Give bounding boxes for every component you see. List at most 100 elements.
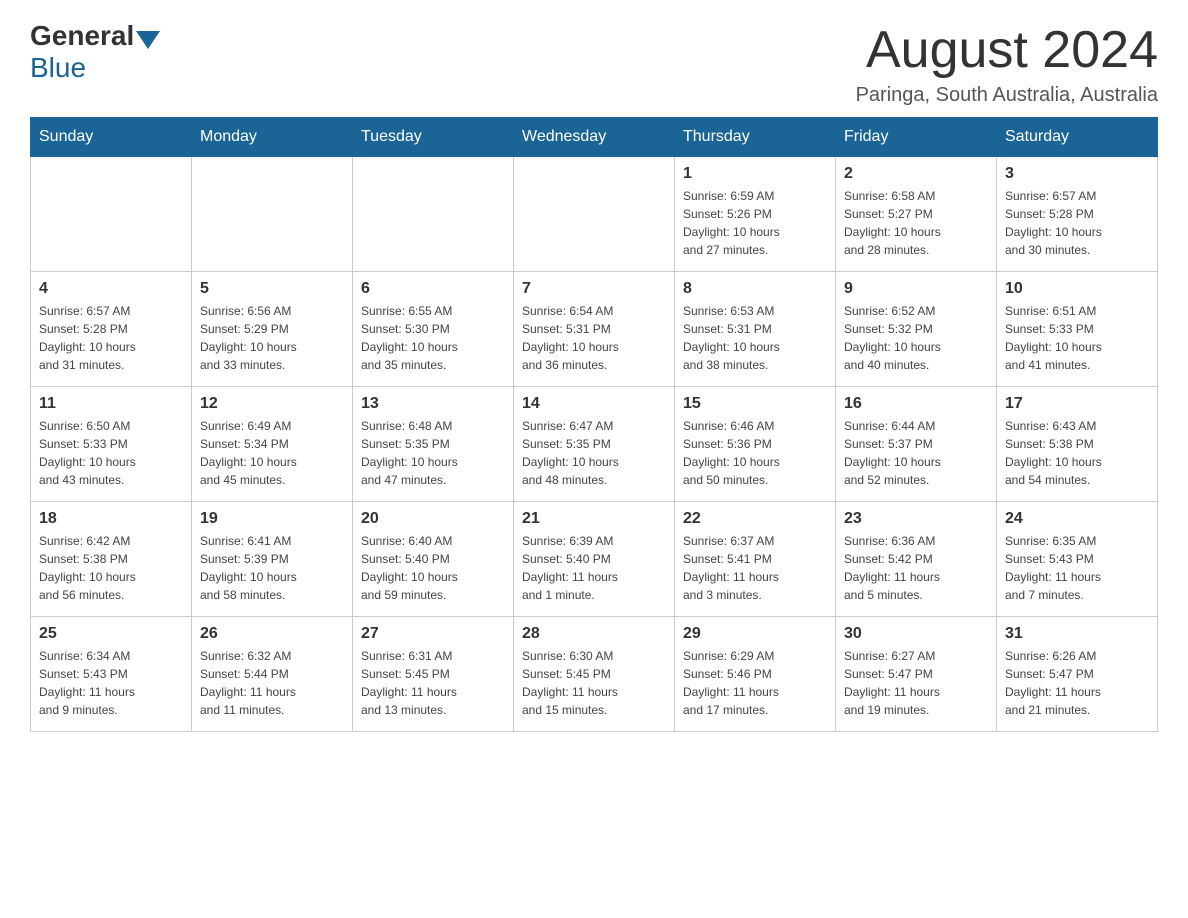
calendar-cell <box>353 157 514 272</box>
day-info: Sunrise: 6:51 AM Sunset: 5:33 PM Dayligh… <box>1005 302 1149 374</box>
day-info: Sunrise: 6:32 AM Sunset: 5:44 PM Dayligh… <box>200 647 344 719</box>
day-info: Sunrise: 6:58 AM Sunset: 5:27 PM Dayligh… <box>844 187 988 259</box>
day-info: Sunrise: 6:35 AM Sunset: 5:43 PM Dayligh… <box>1005 532 1149 604</box>
logo-arrow-icon <box>136 31 160 49</box>
day-number: 23 <box>844 510 988 528</box>
day-number: 2 <box>844 165 988 183</box>
calendar-cell: 31 Sunrise: 6:26 AM Sunset: 5:47 PM Dayli… <box>997 617 1158 732</box>
calendar-cell: 11 Sunrise: 6:50 AM Sunset: 5:33 PM Dayli… <box>31 387 192 502</box>
day-number: 18 <box>39 510 183 528</box>
calendar-week-4: 18 Sunrise: 6:42 AM Sunset: 5:38 PM Dayli… <box>31 502 1158 617</box>
calendar-cell: 24 Sunrise: 6:35 AM Sunset: 5:43 PM Dayli… <box>997 502 1158 617</box>
day-number: 29 <box>683 625 827 643</box>
day-number: 28 <box>522 625 666 643</box>
day-number: 31 <box>1005 625 1149 643</box>
calendar-cell <box>192 157 353 272</box>
day-info: Sunrise: 6:49 AM Sunset: 5:34 PM Dayligh… <box>200 417 344 489</box>
day-number: 25 <box>39 625 183 643</box>
calendar-cell: 13Sunrise: 6:48 AM Sunset: 5:35 PM Dayli… <box>353 387 514 502</box>
calendar-cell: 2 Sunrise: 6:58 AM Sunset: 5:27 PM Daylig… <box>836 157 997 272</box>
day-info: Sunrise: 6:40 AM Sunset: 5:40 PM Dayligh… <box>361 532 505 604</box>
day-header-wednesday: Wednesday <box>514 118 675 157</box>
day-header-monday: Monday <box>192 118 353 157</box>
logo: General Blue <box>30 20 162 84</box>
day-number: 15 <box>683 395 827 413</box>
calendar-cell: 19 Sunrise: 6:41 AM Sunset: 5:39 PM Dayli… <box>192 502 353 617</box>
calendar-cell: 10 Sunrise: 6:51 AM Sunset: 5:33 PM Dayli… <box>997 272 1158 387</box>
day-number: 30 <box>844 625 988 643</box>
calendar-cell <box>31 157 192 272</box>
calendar-cell: 17 Sunrise: 6:43 AM Sunset: 5:38 PM Dayli… <box>997 387 1158 502</box>
calendar-cell: 27Sunrise: 6:31 AM Sunset: 5:45 PM Dayli… <box>353 617 514 732</box>
day-number: 10 <box>1005 280 1149 298</box>
day-number: 7 <box>522 280 666 298</box>
calendar-cell: 22 Sunrise: 6:37 AM Sunset: 5:41 PM Dayli… <box>675 502 836 617</box>
title-area: August 2024 Paringa, South Australia, Au… <box>856 20 1158 107</box>
day-info: Sunrise: 6:48 AM Sunset: 5:35 PM Dayligh… <box>361 417 505 489</box>
calendar-week-2: 4 Sunrise: 6:57 AM Sunset: 5:28 PM Daylig… <box>31 272 1158 387</box>
day-number: 17 <box>1005 395 1149 413</box>
month-title: August 2024 <box>856 20 1158 80</box>
calendar-cell: 23 Sunrise: 6:36 AM Sunset: 5:42 PM Dayli… <box>836 502 997 617</box>
day-info: Sunrise: 6:47 AM Sunset: 5:35 PM Dayligh… <box>522 417 666 489</box>
calendar-table: SundayMondayTuesdayWednesdayThursdayFrid… <box>30 117 1158 732</box>
calendar-cell: 6Sunrise: 6:55 AM Sunset: 5:30 PM Daylig… <box>353 272 514 387</box>
day-info: Sunrise: 6:26 AM Sunset: 5:47 PM Dayligh… <box>1005 647 1149 719</box>
calendar-cell: 1 Sunrise: 6:59 AM Sunset: 5:26 PM Daylig… <box>675 157 836 272</box>
calendar-cell: 29 Sunrise: 6:29 AM Sunset: 5:46 PM Dayli… <box>675 617 836 732</box>
day-number: 27 <box>361 625 505 643</box>
day-info: Sunrise: 6:54 AM Sunset: 5:31 PM Dayligh… <box>522 302 666 374</box>
day-number: 24 <box>1005 510 1149 528</box>
calendar-cell: 15 Sunrise: 6:46 AM Sunset: 5:36 PM Dayli… <box>675 387 836 502</box>
location-text: Paringa, South Australia, Australia <box>856 84 1158 107</box>
day-number: 22 <box>683 510 827 528</box>
day-info: Sunrise: 6:39 AM Sunset: 5:40 PM Dayligh… <box>522 532 666 604</box>
day-info: Sunrise: 6:43 AM Sunset: 5:38 PM Dayligh… <box>1005 417 1149 489</box>
day-number: 26 <box>200 625 344 643</box>
day-info: Sunrise: 6:57 AM Sunset: 5:28 PM Dayligh… <box>39 302 183 374</box>
day-info: Sunrise: 6:29 AM Sunset: 5:46 PM Dayligh… <box>683 647 827 719</box>
day-number: 14 <box>522 395 666 413</box>
day-header-saturday: Saturday <box>997 118 1158 157</box>
calendar-cell: 5Sunrise: 6:56 AM Sunset: 5:29 PM Daylig… <box>192 272 353 387</box>
calendar-cell: 14 Sunrise: 6:47 AM Sunset: 5:35 PM Dayli… <box>514 387 675 502</box>
logo-general-text: General <box>30 20 134 52</box>
calendar-cell: 20Sunrise: 6:40 AM Sunset: 5:40 PM Dayli… <box>353 502 514 617</box>
calendar-header-row: SundayMondayTuesdayWednesdayThursdayFrid… <box>31 118 1158 157</box>
calendar-cell: 26 Sunrise: 6:32 AM Sunset: 5:44 PM Dayli… <box>192 617 353 732</box>
day-info: Sunrise: 6:59 AM Sunset: 5:26 PM Dayligh… <box>683 187 827 259</box>
day-number: 19 <box>200 510 344 528</box>
day-info: Sunrise: 6:50 AM Sunset: 5:33 PM Dayligh… <box>39 417 183 489</box>
day-number: 4 <box>39 280 183 298</box>
calendar-cell: 16 Sunrise: 6:44 AM Sunset: 5:37 PM Dayli… <box>836 387 997 502</box>
day-number: 12 <box>200 395 344 413</box>
page-header: General Blue August 2024 Paringa, South … <box>30 20 1158 107</box>
day-info: Sunrise: 6:44 AM Sunset: 5:37 PM Dayligh… <box>844 417 988 489</box>
day-header-friday: Friday <box>836 118 997 157</box>
day-info: Sunrise: 6:42 AM Sunset: 5:38 PM Dayligh… <box>39 532 183 604</box>
calendar-week-1: 1 Sunrise: 6:59 AM Sunset: 5:26 PM Daylig… <box>31 157 1158 272</box>
day-info: Sunrise: 6:55 AM Sunset: 5:30 PM Dayligh… <box>361 302 505 374</box>
day-header-thursday: Thursday <box>675 118 836 157</box>
calendar-cell: 21Sunrise: 6:39 AM Sunset: 5:40 PM Dayli… <box>514 502 675 617</box>
day-number: 1 <box>683 165 827 183</box>
day-info: Sunrise: 6:34 AM Sunset: 5:43 PM Dayligh… <box>39 647 183 719</box>
day-number: 8 <box>683 280 827 298</box>
day-number: 9 <box>844 280 988 298</box>
calendar-cell: 4 Sunrise: 6:57 AM Sunset: 5:28 PM Daylig… <box>31 272 192 387</box>
day-info: Sunrise: 6:41 AM Sunset: 5:39 PM Dayligh… <box>200 532 344 604</box>
day-info: Sunrise: 6:27 AM Sunset: 5:47 PM Dayligh… <box>844 647 988 719</box>
calendar-cell: 12 Sunrise: 6:49 AM Sunset: 5:34 PM Dayli… <box>192 387 353 502</box>
day-number: 11 <box>39 395 183 413</box>
day-info: Sunrise: 6:36 AM Sunset: 5:42 PM Dayligh… <box>844 532 988 604</box>
day-number: 5 <box>200 280 344 298</box>
calendar-cell <box>514 157 675 272</box>
calendar-cell: 7 Sunrise: 6:54 AM Sunset: 5:31 PM Daylig… <box>514 272 675 387</box>
day-info: Sunrise: 6:37 AM Sunset: 5:41 PM Dayligh… <box>683 532 827 604</box>
day-number: 3 <box>1005 165 1149 183</box>
day-header-tuesday: Tuesday <box>353 118 514 157</box>
calendar-cell: 30 Sunrise: 6:27 AM Sunset: 5:47 PM Dayli… <box>836 617 997 732</box>
day-info: Sunrise: 6:46 AM Sunset: 5:36 PM Dayligh… <box>683 417 827 489</box>
calendar-week-5: 25 Sunrise: 6:34 AM Sunset: 5:43 PM Dayli… <box>31 617 1158 732</box>
day-number: 16 <box>844 395 988 413</box>
